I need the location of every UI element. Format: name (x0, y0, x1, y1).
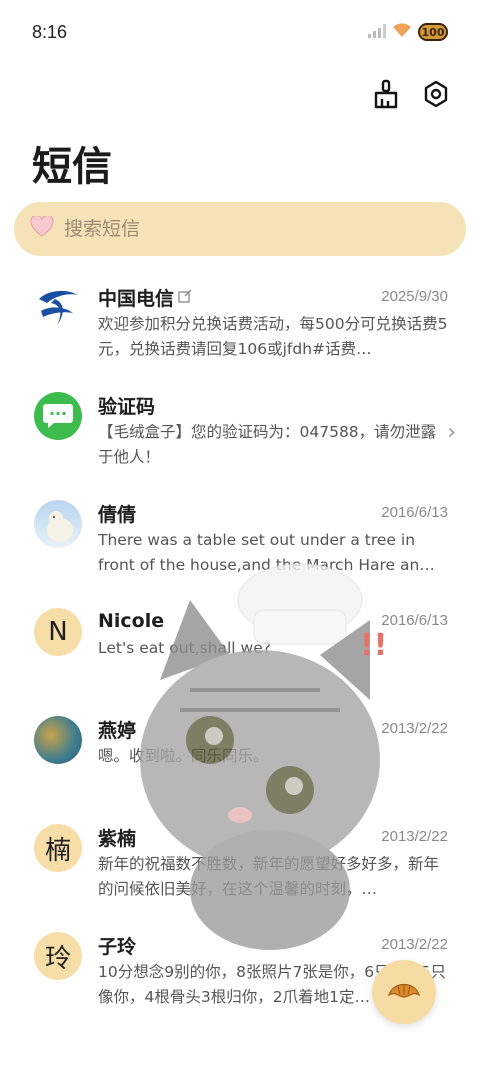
status-bar: 8:16 100 (0, 0, 480, 68)
message-content: 验证码 【毛绒盒子】您的验证码为：047588，请勿泄露于他人！ › (98, 380, 456, 488)
message-date: 2013/2/22 (381, 720, 448, 737)
list-item[interactable]: 中国电信 2025/9/30 欢迎参加积分兑换话费活动，每500分可兑换话费5元… (0, 272, 480, 380)
message-snippet: 新年的祝福数不胜数，新年的愿望好多好多，新年的问候依旧美好，在这个温馨的时刻，… (98, 855, 440, 898)
gear-icon[interactable] (420, 78, 452, 110)
search-input[interactable] (64, 218, 424, 240)
avatar: 玲 (34, 932, 82, 980)
status-icons: 100 (368, 22, 448, 42)
message-content: 燕婷 2013/2/22 嗯。收到啦。同乐同乐。 (98, 704, 448, 812)
top-toolbar (370, 78, 452, 110)
message-snippet: 嗯。收到啦。同乐同乐。 (98, 747, 269, 765)
signal-icon (368, 23, 386, 42)
search-bar[interactable] (14, 202, 466, 256)
broom-icon[interactable] (370, 78, 402, 110)
message-snippet: 欢迎参加积分兑换话费活动，每500分可兑换话费5元，兑换话费请回复106或jfd… (98, 315, 448, 358)
contact-name: 验证码 (98, 395, 156, 418)
list-item[interactable]: 验证码 【毛绒盒子】您的验证码为：047588，请勿泄露于他人！ › (0, 380, 480, 488)
message-date: 2025/9/30 (381, 288, 448, 305)
status-time: 8:16 (32, 22, 68, 42)
message-snippet: 【毛绒盒子】您的验证码为：047588，请勿泄露于他人！ (98, 423, 437, 466)
landscape-photo (34, 716, 82, 764)
message-snippet: Let's eat out,shall we? (98, 639, 271, 657)
sms-bubble-icon (34, 392, 82, 440)
message-content: 中国电信 2025/9/30 欢迎参加积分兑换话费活动，每500分可兑换话费5元… (98, 272, 448, 380)
message-date: 2013/2/22 (381, 828, 448, 845)
message-date: 2016/6/13 (381, 612, 448, 629)
edit-note-icon (178, 286, 192, 308)
wifi-icon (392, 22, 412, 42)
croissant-icon (387, 977, 421, 1007)
polar-bear-photo (34, 500, 82, 548)
list-item[interactable]: 燕婷 2013/2/22 嗯。收到啦。同乐同乐。 (0, 704, 480, 812)
avatar: N (34, 608, 82, 656)
list-item[interactable]: N Nicole 2016/6/13 Let's eat out,shall w… (0, 596, 480, 704)
china-telecom-logo (34, 284, 82, 332)
avatar: 楠 (34, 824, 82, 872)
page-title: 短信 (32, 144, 112, 190)
message-date: 2016/6/13 (381, 504, 448, 521)
list-item[interactable]: 倩倩 2016/6/13 There was a table set out u… (0, 488, 480, 596)
croissant-fab-button[interactable] (372, 960, 436, 1024)
contact-name: 中国电信 (98, 287, 175, 310)
message-content: 紫楠 2013/2/22 新年的祝福数不胜数，新年的愿望好多好多，新年的问候依旧… (98, 812, 448, 920)
message-date: 2013/2/22 (381, 936, 448, 953)
message-content: 倩倩 2016/6/13 There was a table set out u… (98, 488, 448, 596)
list-item[interactable]: 楠 紫楠 2013/2/22 新年的祝福数不胜数，新年的愿望好多好多，新年的问候… (0, 812, 480, 920)
message-list: 中国电信 2025/9/30 欢迎参加积分兑换话费活动，每500分可兑换话费5元… (0, 272, 480, 1028)
message-snippet: There was a table set out under a tree i… (98, 531, 435, 574)
battery-indicator: 100 (418, 23, 448, 41)
message-content: Nicole 2016/6/13 Let's eat out,shall we? (98, 596, 448, 704)
chevron-right-icon[interactable]: › (447, 420, 456, 445)
heart-envelope-icon (30, 214, 54, 242)
